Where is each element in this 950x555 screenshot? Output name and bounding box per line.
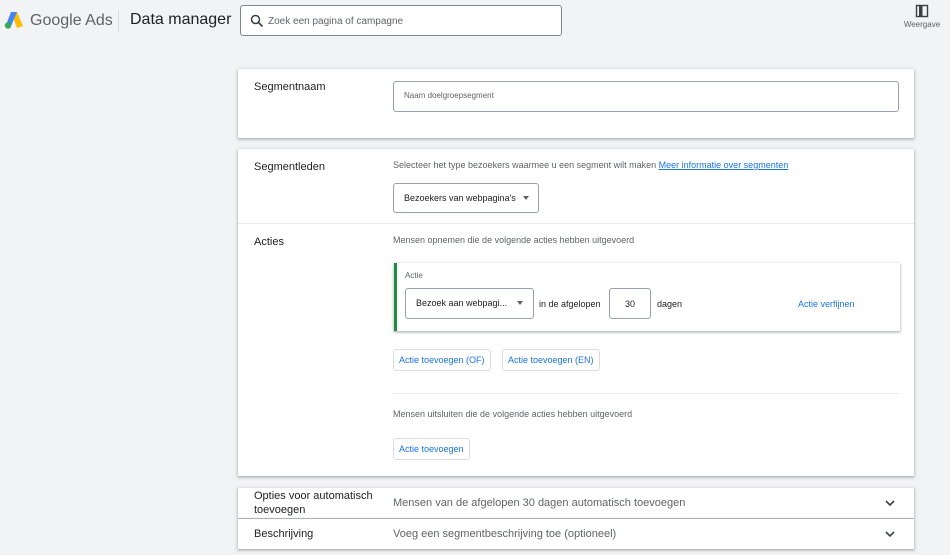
brand-name: Google Ads [30,12,113,29]
auto-add-card[interactable]: Opties voor automatisch toevoegen Mensen … [238,488,914,518]
action-title: Actie [405,271,423,280]
description-summary: Voeg een segmentbeschrijving toe (option… [393,528,617,540]
search-box[interactable] [240,5,562,36]
google-ads-logo-icon[interactable] [4,10,24,30]
visitor-type-dropdown[interactable]: Bezoekers van webpagina's [393,183,539,213]
view-label: Weergave [903,20,941,29]
segment-name-label: Segmentnaam [254,81,326,93]
auto-add-label: Opties voor automatisch toevoegen [254,490,373,516]
description-label: Beschrijving [254,528,314,540]
action-type-value: Bezoek aan webpagi... [416,298,508,308]
view-button[interactable]: Weergave [900,4,944,36]
exclude-actions-text: Mensen uitsluiten die de volgende acties… [393,409,633,419]
view-panel-icon [915,4,929,18]
days-input[interactable] [609,288,651,319]
search-input[interactable] [268,13,548,29]
add-action-or-button[interactable]: Actie toevoegen (OF) [393,349,491,371]
days-label: dagen [657,299,683,309]
top-bar: Google Ads Data manager Weergave [0,0,950,44]
chevron-down-icon[interactable] [884,528,896,540]
segment-members-label: Segmentleden [254,161,325,173]
product-title: Data manager [130,11,232,28]
segment-members-card: Segmentleden Selecteer het type bezoeker… [238,149,914,476]
description-card[interactable]: Beschrijving Voeg een segmentbeschrijvin… [238,519,914,549]
refine-action-button[interactable]: Actie verfijnen [798,299,855,309]
exclude-divider [393,393,899,394]
section-divider [238,223,914,224]
add-action-and-button[interactable]: Actie toevoegen (EN) [502,349,600,371]
search-icon [250,14,264,28]
include-actions-text: Mensen opnemen die de volgende acties he… [393,235,635,245]
action-box: Actie Bezoek aan webpagi... in de afgelo… [394,263,900,331]
header-divider [118,10,119,32]
action-type-dropdown[interactable]: Bezoek aan webpagi... [405,288,534,319]
segment-name-field[interactable] [393,81,899,112]
in-last-label: in de afgelopen [539,299,601,309]
segment-members-description: Selecteer het type bezoekers waarmee u e… [393,160,789,170]
dropdown-caret-icon [523,196,529,200]
chevron-down-icon[interactable] [884,497,896,509]
visitor-type-value: Bezoekers van webpagina's [404,193,516,203]
add-exclude-action-button[interactable]: Actie toevoegen [393,438,470,460]
dropdown-caret-icon [517,301,523,305]
segment-name-input[interactable] [404,91,884,100]
segments-info-link[interactable]: Meer informatie over segmenten [659,160,789,170]
segment-name-card: Segmentnaam [238,69,914,138]
auto-add-summary: Mensen van de afgelopen 30 dagen automat… [393,497,686,509]
actions-label: Acties [254,236,284,248]
